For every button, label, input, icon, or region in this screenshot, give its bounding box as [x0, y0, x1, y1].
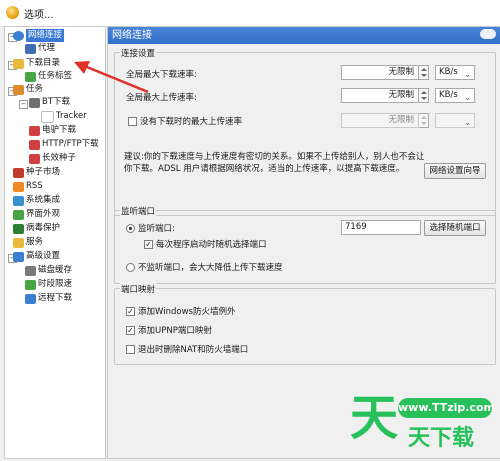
annotation-arrow [74, 61, 149, 94]
watermark-brand: 天下载 [408, 426, 475, 451]
watermark-logo-char: 天 [350, 390, 399, 446]
watermark-url: www.TTzip.com [398, 398, 495, 418]
